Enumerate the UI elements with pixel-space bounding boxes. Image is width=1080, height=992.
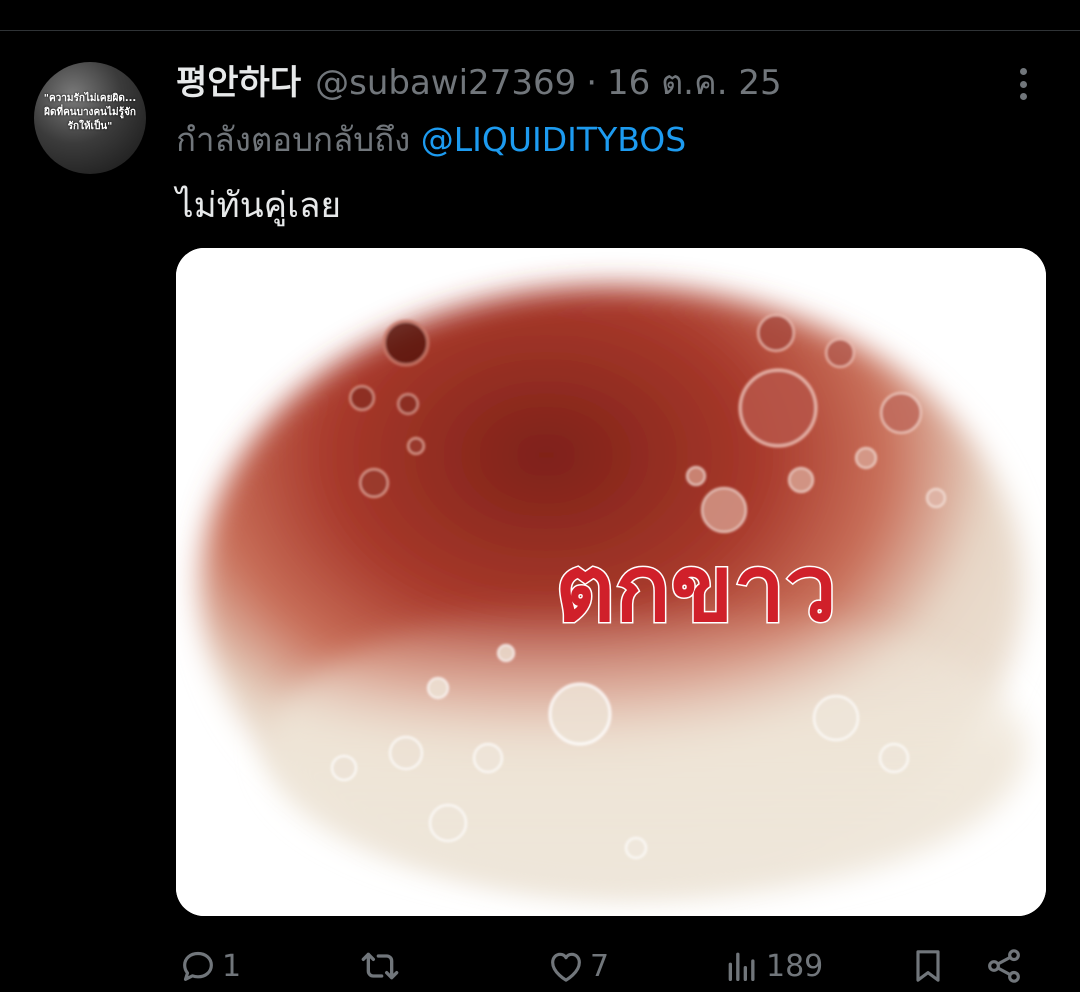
replying-prefix: กำลังตอบกลับถึง <box>176 120 411 159</box>
reply-icon <box>183 951 213 981</box>
replying-to: กำลังตอบกลับถึง @LIQUIDITYBOS <box>176 117 686 163</box>
media-image: ตกขาว <box>176 248 1046 916</box>
share-button[interactable] <box>982 946 1026 986</box>
user-handle[interactable]: @subawi27369 <box>315 60 576 106</box>
reply-count: 1 <box>222 948 242 984</box>
tweet-header: 평안하다 @subawi27369 · 16 ต.ค. 25 <box>176 60 782 106</box>
views-count: 189 <box>766 948 824 984</box>
action-bar: 1 7 189 <box>0 938 1080 992</box>
avatar[interactable]: "ความรักไม่เคยผิด... ผิดที่คนบางคนไม่รู้… <box>34 62 146 174</box>
display-name[interactable]: 평안하다 <box>176 60 301 106</box>
bookmark-button[interactable] <box>908 946 948 986</box>
repost-icon <box>361 952 399 980</box>
like-icon <box>551 952 581 982</box>
media-caption: ตกขาว <box>555 535 837 642</box>
repost-button[interactable] <box>358 946 406 986</box>
more-icon[interactable] <box>1008 66 1038 102</box>
top-divider <box>0 30 1080 31</box>
separator-dot: · <box>586 63 598 103</box>
bookmark-icon <box>916 950 940 982</box>
like-button[interactable]: 7 <box>546 946 609 986</box>
views-icon <box>728 952 755 981</box>
share-icon <box>988 949 1020 983</box>
tweet-date[interactable]: 16 ต.ค. 25 <box>607 60 782 106</box>
tweet-media[interactable]: ตกขาว <box>176 248 1046 916</box>
views-button[interactable]: 189 <box>722 946 823 986</box>
replying-mention-link[interactable]: @LIQUIDITYBOS <box>421 120 686 159</box>
avatar-text: "ความรักไม่เคยผิด... ผิดที่คนบางคนไม่รู้… <box>43 93 137 132</box>
reply-button[interactable]: 1 <box>178 946 241 986</box>
tweet-text: ไม่ทันคู่เลย <box>176 186 342 226</box>
like-count: 7 <box>590 948 610 984</box>
